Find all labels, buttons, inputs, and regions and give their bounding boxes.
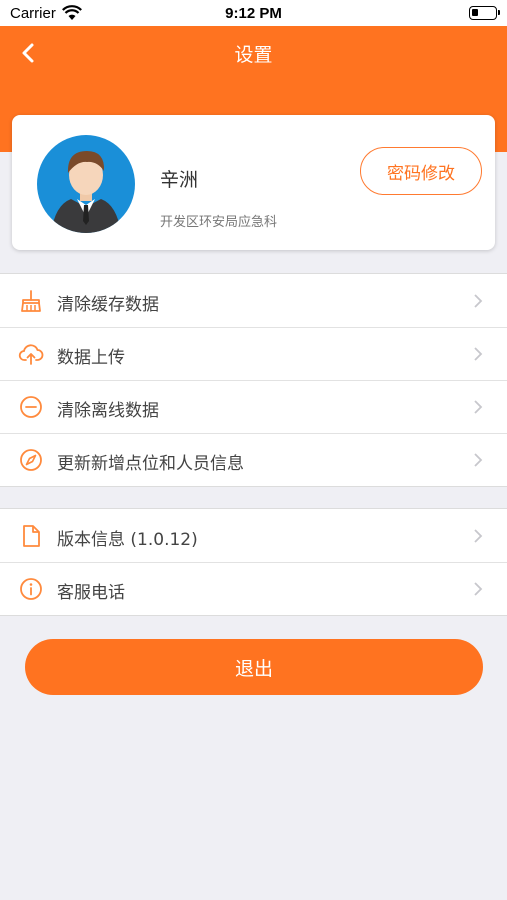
user-department: 开发区环安局应急科 (160, 215, 278, 230)
compass-icon (20, 449, 42, 471)
clear-cache-row[interactable]: 清除缓存数据 (0, 274, 507, 327)
document-icon (23, 525, 40, 547)
clear-offline-data-label: 清除离线数据 (57, 401, 159, 421)
user-avatar-icon (51, 151, 121, 233)
clear-offline-data-row[interactable]: 清除离线数据 (0, 380, 507, 433)
update-points-label: 更新新增点位和人员信息 (57, 454, 244, 474)
update-points-row[interactable]: 更新新增点位和人员信息 (0, 433, 507, 486)
info-circle-icon (20, 578, 42, 600)
chevron-right-icon (474, 582, 483, 596)
settings-group-about: 版本信息 (1.0.12) 客服电话 (0, 508, 507, 616)
logout-button[interactable]: 退出 (25, 639, 483, 695)
version-info-label: 版本信息 (1.0.12) (57, 530, 198, 550)
user-name: 辛洲 (160, 169, 199, 191)
minus-circle-icon (20, 396, 42, 418)
broom-icon (21, 290, 41, 312)
chevron-right-icon (474, 529, 483, 543)
customer-service-label: 客服电话 (57, 583, 125, 603)
chevron-right-icon (474, 400, 483, 414)
clock: 9:12 PM (225, 5, 282, 22)
chevron-right-icon (474, 453, 483, 467)
customer-service-row[interactable]: 客服电话 (0, 562, 507, 615)
status-bar: Carrier 9:12 PM (0, 0, 507, 26)
change-password-button[interactable]: 密码修改 (360, 147, 482, 195)
cloud-upload-icon (18, 344, 44, 365)
battery-icon (469, 6, 500, 20)
page-title: 设置 (234, 44, 273, 66)
data-upload-label: 数据上传 (57, 348, 125, 368)
chevron-right-icon (474, 294, 483, 308)
clear-cache-label: 清除缓存数据 (57, 295, 159, 315)
data-upload-row[interactable]: 数据上传 (0, 327, 507, 380)
version-info-row[interactable]: 版本信息 (1.0.12) (0, 509, 507, 562)
settings-group-data: 清除缓存数据 数据上传 清除离线数据 更新新增点位和人员信息 (0, 273, 507, 487)
chevron-right-icon (474, 347, 483, 361)
avatar (37, 135, 135, 233)
profile-card: 辛洲 开发区环安局应急科 密码修改 (12, 115, 495, 250)
